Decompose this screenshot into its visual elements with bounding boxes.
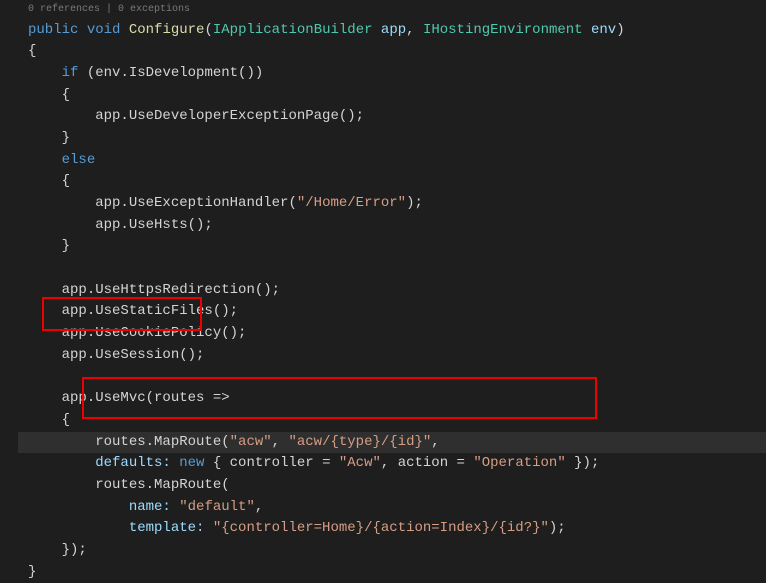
brace: {: [62, 412, 70, 428]
stmt-usesession: app.UseSession();: [62, 347, 205, 363]
space: [583, 22, 591, 38]
type-token: IApplicationBuilder: [213, 22, 373, 38]
code-line[interactable]: else: [28, 150, 766, 172]
anon: { controller =: [204, 455, 338, 471]
stmt: routes.MapRoute(: [95, 477, 229, 493]
code-editor[interactable]: public void Configure(IApplicationBuilde…: [10, 20, 766, 583]
stmt: app.UseDeveloperExceptionPage();: [95, 108, 364, 124]
code-line[interactable]: app.UseCookiePolicy();: [28, 323, 766, 345]
code-line-current[interactable]: routes.MapRoute("acw", "acw/{type}/{id}"…: [18, 432, 766, 454]
string-token: "acw": [230, 434, 272, 450]
code-line[interactable]: app.UseMvc(routes =>: [28, 388, 766, 410]
brace: }: [28, 564, 36, 580]
code-line[interactable]: app.UseStaticFiles();: [28, 301, 766, 323]
stmt: app.UseExceptionHandler(: [95, 195, 297, 211]
code-line[interactable]: app.UseDeveloperExceptionPage();: [28, 106, 766, 128]
brace: {: [62, 173, 70, 189]
paren: ): [616, 22, 624, 38]
comma: ,: [272, 434, 289, 450]
paren: ): [255, 65, 263, 81]
code-line[interactable]: {: [28, 41, 766, 63]
stmt: app.UseHsts();: [95, 217, 213, 233]
stmt: app.UseCookiePolicy();: [62, 325, 247, 341]
code-line[interactable]: template: "{controller=Home}/{action=Ind…: [28, 518, 766, 540]
stmt: app.UseStaticFiles();: [62, 303, 238, 319]
code-line[interactable]: }: [28, 128, 766, 150]
type-token: IHostingEnvironment: [423, 22, 583, 38]
keyword-else: else: [62, 152, 96, 168]
brace: }: [62, 130, 70, 146]
param-token: env: [591, 22, 616, 38]
stmt: app.UseHttpsRedirection();: [62, 282, 280, 298]
close: );: [406, 195, 423, 211]
code-line[interactable]: {: [28, 171, 766, 193]
space: [78, 22, 86, 38]
space: [120, 22, 128, 38]
brace: {: [28, 43, 36, 59]
code-line[interactable]: [28, 258, 766, 280]
keyword-public: public: [28, 22, 78, 38]
code-line[interactable]: defaults: new { controller = "Acw", acti…: [28, 453, 766, 475]
code-line[interactable]: }: [28, 236, 766, 258]
keyword-void: void: [87, 22, 121, 38]
string-token: "Acw": [339, 455, 381, 471]
comma: ,: [255, 499, 263, 515]
comma: ,: [431, 434, 439, 450]
brace: }: [62, 238, 70, 254]
anon: , action =: [381, 455, 473, 471]
keyword-if: if: [62, 65, 79, 81]
named-arg: template:: [129, 520, 213, 536]
code-line[interactable]: app.UseExceptionHandler("/Home/Error");: [28, 193, 766, 215]
code-line[interactable]: });: [28, 540, 766, 562]
paren: (: [204, 22, 212, 38]
stmt: app.UseMvc(routes =>: [62, 390, 230, 406]
code-line[interactable]: name: "default",: [28, 497, 766, 519]
string-token: "Operation": [473, 455, 565, 471]
string-token: "/Home/Error": [297, 195, 406, 211]
close: );: [549, 520, 566, 536]
code-line[interactable]: app.UseHsts();: [28, 215, 766, 237]
code-line[interactable]: }: [28, 562, 766, 583]
param-token: app: [381, 22, 406, 38]
expr: env.IsDevelopment(): [95, 65, 255, 81]
stmt: routes.MapRoute(: [95, 434, 229, 450]
brace: {: [62, 87, 70, 103]
space: (: [78, 65, 95, 81]
codelens-hint: 0 references | 0 exceptions: [10, 2, 766, 18]
code-line[interactable]: {: [28, 85, 766, 107]
code-line[interactable]: public void Configure(IApplicationBuilde…: [28, 20, 766, 42]
named-arg: name:: [129, 499, 179, 515]
string-token: "default": [179, 499, 255, 515]
anon: });: [566, 455, 600, 471]
code-line[interactable]: if (env.IsDevelopment()): [28, 63, 766, 85]
code-line[interactable]: {: [28, 410, 766, 432]
string-token: "acw/{type}/{id}": [288, 434, 431, 450]
space: [373, 22, 381, 38]
close: });: [62, 542, 87, 558]
named-arg: defaults:: [95, 455, 179, 471]
keyword-new: new: [179, 455, 204, 471]
code-line[interactable]: app.UseSession();: [28, 345, 766, 367]
comma: ,: [406, 22, 423, 38]
code-line[interactable]: routes.MapRoute(: [28, 475, 766, 497]
code-line[interactable]: [28, 367, 766, 389]
method-name: Configure: [129, 22, 205, 38]
code-line[interactable]: app.UseHttpsRedirection();: [28, 280, 766, 302]
string-token: "{controller=Home}/{action=Index}/{id?}": [213, 520, 549, 536]
